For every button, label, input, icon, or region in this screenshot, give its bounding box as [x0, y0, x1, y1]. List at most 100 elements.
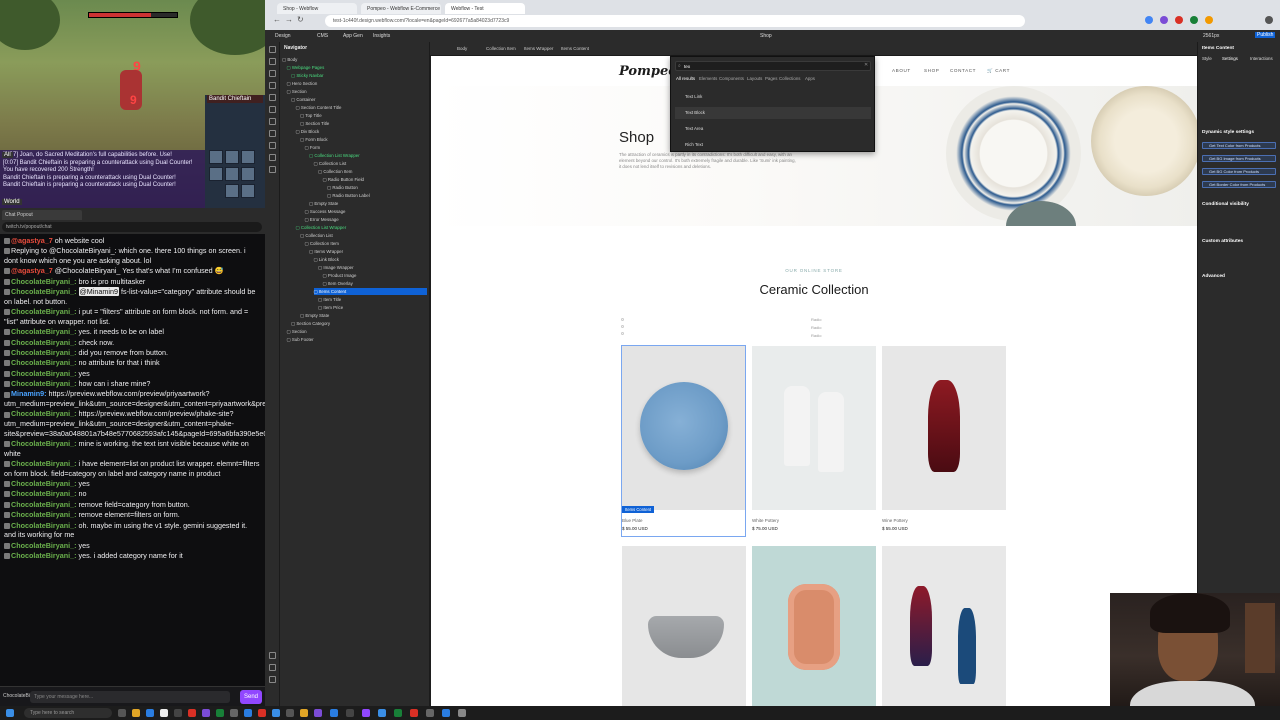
designer-menu-appgen[interactable]: App Gen [343, 33, 363, 39]
extension-icon[interactable] [1145, 16, 1153, 24]
chat-username[interactable]: ChocolateBiryani_: [11, 338, 77, 347]
binding-bg-color[interactable]: Get BG Color from Products [1202, 168, 1276, 175]
styles-icon[interactable] [269, 106, 276, 113]
add-result-item[interactable]: Text Block [675, 107, 871, 119]
radio-icon[interactable] [621, 318, 624, 321]
game-skill-panel[interactable] [205, 95, 265, 208]
reload-icon[interactable]: ↻ [297, 15, 304, 24]
chat-message-input[interactable]: Type your message here... [30, 691, 230, 703]
navigator-node[interactable]: ▢ Collection Item [318, 168, 427, 175]
extension-icon[interactable] [1190, 16, 1198, 24]
add-category-tab[interactable]: Components [719, 76, 744, 81]
navigator-node[interactable]: ▢ Item Price [318, 304, 427, 311]
skill-slot[interactable] [225, 167, 239, 181]
app-icon[interactable] [300, 709, 308, 717]
task-view-icon[interactable] [118, 709, 126, 717]
side-browser-url[interactable]: twitch.tv/popout/chat [2, 222, 262, 232]
navigator-node[interactable]: ▢ Webpage Pages [287, 64, 428, 71]
navigator-node[interactable]: ▢ Form [305, 144, 428, 151]
nav-link-about[interactable]: ABOUT [892, 68, 911, 73]
navigator-node[interactable]: ▢ Form Block [300, 136, 427, 143]
filter-radio-label[interactable]: Radio [811, 325, 821, 330]
nav-link-shop[interactable]: SHOP [924, 68, 939, 73]
settings-icon[interactable] [269, 676, 276, 683]
app-icon[interactable] [346, 709, 354, 717]
chat-username[interactable]: @agastya_7 [11, 236, 53, 245]
navigator-node[interactable]: ▢ Container [291, 96, 427, 103]
filter-radio-label[interactable]: Radio [811, 317, 821, 322]
navigator-node[interactable]: ▢ Top Title [300, 112, 427, 119]
navigator-node[interactable]: ▢ Collection List [314, 160, 428, 167]
app-icon[interactable] [244, 709, 252, 717]
nav-link-contact[interactable]: CONTACT [950, 68, 976, 73]
designer-menu-design[interactable]: Design [275, 33, 291, 39]
chat-username[interactable]: ChocolateBiryani_: [11, 459, 77, 468]
navigator-node[interactable]: ▢ Section [287, 88, 428, 95]
navigator-node[interactable]: ▢ Success Message [305, 208, 428, 215]
designer-menu-insights[interactable]: Insights [373, 33, 390, 39]
chat-username[interactable]: ChocolateBiryani_: [11, 287, 77, 296]
chat-username[interactable]: ChocolateBiryani_: [11, 521, 77, 530]
app-icon[interactable] [272, 709, 280, 717]
navigator-node[interactable]: ▢ Item Overlay [323, 280, 428, 287]
variables-icon[interactable] [269, 94, 276, 101]
product-image[interactable] [882, 346, 1006, 510]
navigator-node[interactable]: ▢ Image Wrapper [318, 264, 427, 271]
skill-slot[interactable] [225, 184, 239, 198]
skill-slot[interactable] [209, 167, 223, 181]
game-chat-tab-all[interactable]: All [2, 152, 13, 158]
add-category-tab[interactable]: Elements [699, 76, 717, 81]
app-icon[interactable] [230, 709, 238, 717]
cart-link[interactable]: 🛒 CART [987, 68, 1010, 74]
back-icon[interactable]: ← [273, 15, 281, 24]
navigator-node[interactable]: ▢ Sub Footer [287, 336, 428, 343]
page-mode[interactable]: Shop [760, 33, 772, 39]
skill-slot[interactable] [241, 184, 255, 198]
app-icon[interactable] [378, 709, 386, 717]
app-icon[interactable] [410, 709, 418, 717]
navigator-node[interactable]: ▢ Product Image [323, 272, 428, 279]
tab-settings[interactable]: Settings [1222, 56, 1238, 61]
audit-icon[interactable] [269, 664, 276, 671]
navigator-node[interactable]: ▢ Collection Item [305, 240, 428, 247]
filter-radio-label[interactable]: Radio [811, 333, 821, 338]
product-image[interactable] [752, 346, 876, 510]
breadcrumb-item[interactable]: Body [457, 46, 467, 51]
app-icon[interactable] [174, 709, 182, 717]
users-icon[interactable] [269, 154, 276, 161]
radio-icon[interactable] [621, 325, 624, 328]
tab-style[interactable]: Style [1202, 56, 1212, 61]
publish-button[interactable]: Publish [1255, 32, 1276, 38]
address-bar[interactable]: test-1c440f.design.webflow.com/?locale=e… [325, 15, 1025, 27]
add-category-tab[interactable]: Pages [765, 76, 777, 81]
navigator-node[interactable]: ▢ Section Title [300, 120, 427, 127]
ecommerce-icon[interactable] [269, 142, 276, 149]
chat-username[interactable]: Minamin9: [11, 389, 47, 398]
app-icon[interactable] [258, 709, 266, 717]
twitch-icon[interactable] [362, 709, 370, 717]
chat-username[interactable]: ChocolateBiryani_: [11, 479, 77, 488]
navigator-node[interactable]: ▢ Section [287, 328, 428, 335]
add-icon[interactable] [269, 46, 276, 53]
chat-username[interactable]: ChocolateBiryani_: [11, 541, 77, 550]
chat-username[interactable]: ChocolateBiryani_: [11, 500, 77, 509]
navigator-node[interactable]: ▢ Empty State [309, 200, 427, 207]
navigator-icon[interactable] [269, 70, 276, 77]
add-category-tab[interactable]: All results [676, 76, 695, 81]
app-icon[interactable] [442, 709, 450, 717]
chat-username[interactable]: ChocolateBiryani_: [11, 409, 77, 418]
close-icon[interactable]: ✕ [864, 62, 868, 68]
components-icon[interactable] [269, 82, 276, 89]
add-search-input[interactable]: tex [675, 61, 871, 71]
browser-tab-active[interactable]: Webflow - Test [445, 3, 525, 14]
tab-interactions[interactable]: Interactions [1250, 56, 1273, 61]
start-icon[interactable] [6, 709, 14, 717]
chat-username[interactable]: ChocolateBiryani_: [11, 348, 77, 357]
breadcrumb-item[interactable]: Collection Item [486, 46, 516, 51]
forward-icon[interactable]: → [285, 15, 293, 24]
radio-icon[interactable] [621, 332, 624, 335]
chat-mention[interactable]: @Minamin9 [78, 287, 119, 297]
add-category-tab[interactable]: Apps [805, 76, 815, 81]
product-image[interactable] [882, 546, 1006, 706]
app-icon[interactable] [160, 709, 168, 717]
